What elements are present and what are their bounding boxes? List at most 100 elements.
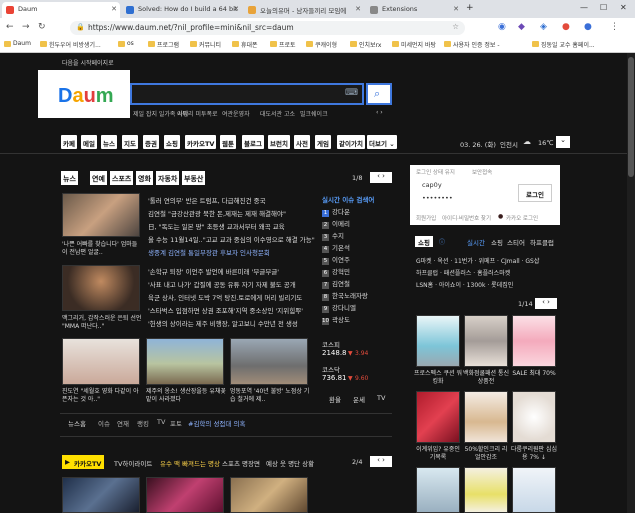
- video-thumbnail[interactable]: [146, 477, 224, 513]
- nav-map[interactable]: 지도: [122, 135, 138, 149]
- signup-link[interactable]: 회원가입: [416, 214, 436, 222]
- close-icon[interactable]: ✕: [355, 5, 361, 13]
- video-thumbnail[interactable]: [62, 477, 140, 513]
- tab-tv[interactable]: TV: [377, 394, 385, 402]
- product-image[interactable]: [464, 315, 508, 367]
- scrollbar-thumb[interactable]: [628, 57, 634, 177]
- tab-daum[interactable]: Daum ✕: [2, 2, 120, 18]
- headline[interactable]: '톨러 연의부' 반은 트럼프, 다급해진건 중국: [148, 195, 266, 205]
- extension-icon[interactable]: ◉: [498, 22, 506, 32]
- keep-login-checkbox[interactable]: 로그인 상태 유지: [416, 168, 455, 176]
- bookmark-item[interactable]: 프로그램: [148, 40, 179, 49]
- tab-movie[interactable]: 영화: [136, 171, 153, 185]
- rank-item[interactable]: 1 강다운: [322, 206, 350, 217]
- rank-item[interactable]: 2 이메리: [322, 218, 350, 229]
- tv-paging-buttons[interactable]: ‹ ›: [370, 456, 392, 467]
- product-caption[interactable]: 이계위임? 유중인기목록: [414, 446, 462, 462]
- nav-cafe[interactable]: 카페: [61, 135, 77, 149]
- news-thumbnail[interactable]: [62, 193, 140, 237]
- tab-extensions[interactable]: Extensions ✕: [366, 2, 462, 18]
- tv-tab[interactable]: TV하이라이트: [114, 458, 152, 468]
- address-bar[interactable]: 🔒 https://www.daum.net/?nil_profile=mini…: [70, 21, 465, 35]
- news-thumbnail[interactable]: [62, 265, 140, 311]
- tab-todayhumor[interactable]: 오늘의유머 - 남자들끼리 모임에 ✕: [244, 2, 364, 18]
- profile-avatar[interactable]: ●: [584, 22, 592, 32]
- tab-fortune[interactable]: 운세: [353, 394, 365, 404]
- news-paging-buttons[interactable]: ‹ ›: [370, 172, 392, 183]
- thumb-caption[interactable]: 멍동포역 '40년 불방' 노점상 기습 철거에 제..: [230, 388, 310, 404]
- bookmark-item[interactable]: Daum: [4, 40, 31, 47]
- trend-item[interactable]: 여관운영자: [222, 109, 250, 118]
- login-button[interactable]: 로그인: [518, 184, 552, 202]
- kosdaq-label[interactable]: 코스닥: [322, 364, 340, 374]
- bookmark-item[interactable]: 커뮤니티: [190, 40, 221, 49]
- tv-tab[interactable]: 유수 맥 빠져드는 명상: [160, 458, 220, 468]
- rank-item[interactable]: 4 기온석: [322, 242, 350, 253]
- product-image[interactable]: [512, 315, 556, 367]
- headline[interactable]: 생중계 김연철 통일부장관 후보자 인사청문회: [148, 247, 270, 257]
- rank-item[interactable]: 5 이연주: [322, 254, 350, 265]
- trend-item[interactable]: 밀크쉐이크: [300, 109, 328, 118]
- shop-tab[interactable]: 하프클럽: [530, 237, 554, 247]
- news-keyword[interactable]: #김학의 성접대 의혹: [188, 418, 245, 428]
- product-image[interactable]: [512, 467, 556, 513]
- news-thumbnail[interactable]: [146, 338, 224, 385]
- bookmark-item[interactable]: 사용자 인증 정보 -: [444, 40, 500, 49]
- nav-kakaotv[interactable]: 카카오TV: [185, 135, 217, 149]
- trend-item[interactable]: 이메리 미투폭로: [177, 109, 218, 118]
- extension-icon[interactable]: ◆: [518, 22, 525, 32]
- product-image[interactable]: [416, 315, 460, 367]
- extension-icon[interactable]: ●: [562, 22, 570, 32]
- daum-logo[interactable]: Daum: [38, 70, 130, 118]
- nav-game[interactable]: 게임: [315, 135, 331, 149]
- news-thumbnail[interactable]: [62, 338, 140, 385]
- weather-chevron-icon[interactable]: ⌄: [556, 136, 570, 148]
- search-box[interactable]: ⌨: [130, 83, 364, 105]
- headline[interactable]: '손학규 퇴장' 이언주 발언에 바른미래 '부글부글': [148, 266, 279, 276]
- bookmark-item[interactable]: 휴대폰: [232, 40, 258, 49]
- product-caption[interactable]: SALE 최대 70%: [510, 370, 558, 378]
- shop-brands-line[interactable]: G마켓 · 옥션 · 11번가 · 위메프 · CJmall · GS샵: [416, 256, 539, 265]
- news-thumbnail[interactable]: [230, 338, 308, 385]
- extension-icon[interactable]: ◈: [540, 22, 547, 32]
- tab-entertainment[interactable]: 연예: [90, 171, 107, 185]
- forward-icon[interactable]: →: [22, 22, 30, 32]
- rank-item[interactable]: 10 곽상도: [322, 314, 350, 325]
- kakao-login-link[interactable]: 카카오 로그인: [506, 214, 538, 222]
- bookmark-item[interactable]: 인치보rx: [350, 40, 381, 49]
- maximize-button[interactable]: ☐: [600, 3, 607, 12]
- headline[interactable]: 日, "독도는 일본 땅" 초등생 교과서부터 왜곡 교육: [148, 221, 285, 231]
- tab-realestate[interactable]: 부동산: [182, 171, 206, 185]
- shop-brands-line[interactable]: 하프클럽 · 패션플러스 · 홈플러스마켓: [416, 268, 510, 277]
- kospi-label[interactable]: 코스피: [322, 339, 340, 349]
- password-field[interactable]: ••••••••: [422, 194, 453, 202]
- tab-solved[interactable]: Solved: How do I build a 64 bit ✕: [122, 2, 242, 18]
- headline[interactable]: '스타벅스 입점하면 상권 조포해'지역 중소상인 '지위힘뿌': [148, 305, 303, 315]
- thumb-caption[interactable]: 진도연 "세월호 영화 다같이 아픈자는 것 아..": [62, 388, 142, 404]
- headline[interactable]: 김연철 "금강산관광 북한 돈,제재는 제재 해결해야": [148, 208, 286, 218]
- id-field[interactable]: cap0y: [422, 181, 442, 189]
- tab-exchange-rate[interactable]: 환율: [329, 394, 341, 404]
- rank-item[interactable]: 7 김연철: [322, 278, 350, 289]
- nav-brunch[interactable]: 브런치: [268, 135, 290, 149]
- shopping-title[interactable]: 쇼핑: [415, 236, 433, 247]
- shop-tab[interactable]: 쇼핑: [491, 237, 503, 247]
- nav-mail[interactable]: 메일: [81, 135, 97, 149]
- news-keyword[interactable]: 이슈: [98, 418, 110, 428]
- tv-tab[interactable]: 예상 웃 명단 상황: [266, 458, 314, 468]
- keyboard-icon[interactable]: ⌨: [345, 88, 358, 98]
- rank-item[interactable]: 8 한국노래자랑: [322, 290, 368, 301]
- bookmark-item[interactable]: 힌두우어 비방생기...: [40, 40, 101, 49]
- bookmark-item[interactable]: 미세먼지 바탕: [392, 40, 436, 49]
- tab-car[interactable]: 자동차: [156, 171, 180, 185]
- thumb-caption[interactable]: '나쁜 어빠를 찾습니다' 엄마들이 전남편 얼굴..: [62, 241, 142, 257]
- news-keyword[interactable]: 랭킹: [137, 418, 149, 428]
- thumb-caption[interactable]: 제주의 옹소! 생산장을등 유채꽃밭이 사라졌다: [146, 388, 226, 404]
- page-scrollbar[interactable]: [627, 53, 635, 513]
- kakaotv-badge[interactable]: ▶ 카카오TV: [62, 455, 105, 469]
- product-image[interactable]: [512, 391, 556, 443]
- product-caption[interactable]: 백화점쿨패션 통신상품전: [462, 370, 510, 386]
- product-image[interactable]: [464, 467, 508, 513]
- window-close-button[interactable]: ✕: [620, 3, 627, 12]
- find-account-link[interactable]: 아이디·비밀번호 찾기: [442, 214, 491, 222]
